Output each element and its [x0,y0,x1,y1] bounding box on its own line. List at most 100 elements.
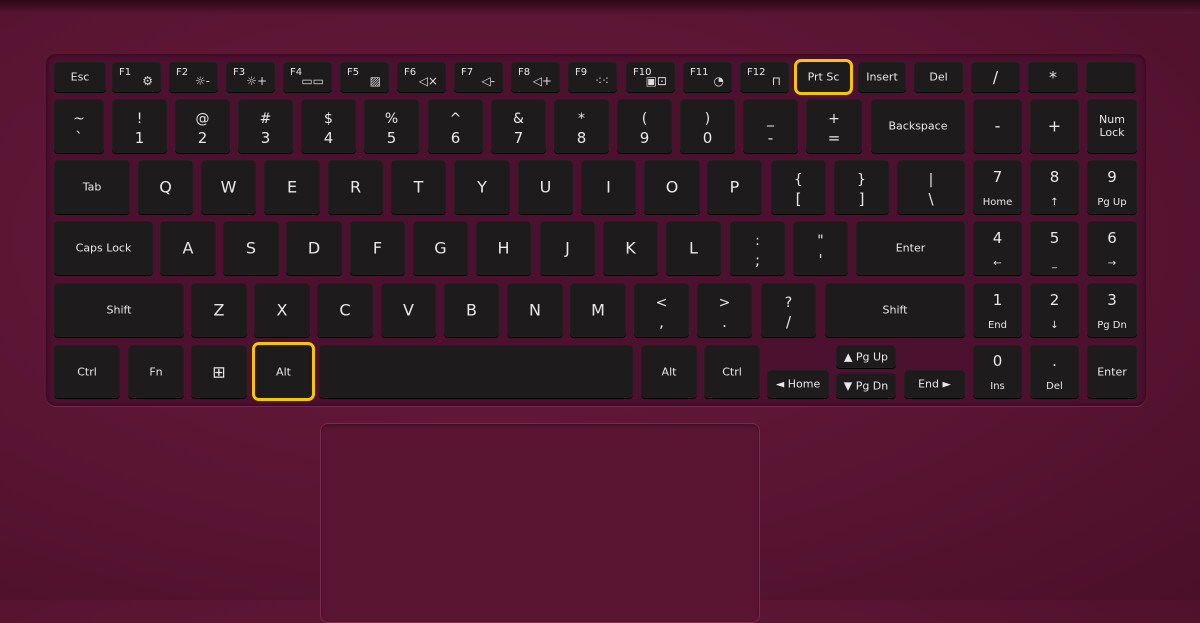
key-windows-icon[interactable]: ⊞ [191,345,247,398]
key-q[interactable]: Q [138,160,193,214]
key-s[interactable]: S [223,221,279,275]
key-g[interactable]: G [413,221,468,275]
key-insert[interactable]: Insert [858,62,906,92]
key-f12[interactable]: F12 ⊓ [740,62,789,92]
key-n[interactable]: N [507,283,563,337]
key-f4[interactable]: F4 ▭▭ [283,62,332,92]
key-enter[interactable]: Enter [856,221,965,275]
key-e[interactable]: E [264,160,320,214]
key-0[interactable]: ) 0 [680,99,735,153]
key-tab[interactable]: Tab [54,160,130,214]
key-i[interactable]: I [581,160,636,214]
key-8[interactable]: * 8 [554,99,609,153]
key-blank[interactable] [1086,62,1136,92]
key-pg-up[interactable]: ▲ Pg Up [836,345,896,368]
key-0[interactable]: 0 Ins [973,345,1022,398]
key-y[interactable]: Y [454,160,510,214]
key-f2[interactable]: F2 ☼- [169,62,218,92]
key-u[interactable]: U [518,160,573,214]
key-x[interactable]: X [254,283,310,337]
key-f5[interactable]: F5 ▨ [340,62,389,92]
key-b[interactable]: B [444,283,499,337]
key-symbol[interactable]: . Del [1030,345,1079,398]
key-7[interactable]: & 7 [491,99,546,153]
key-5[interactable]: % 5 [364,99,419,153]
key-num-lock[interactable]: Num Lock [1087,99,1137,153]
key-z[interactable]: Z [191,283,247,337]
key-p[interactable]: P [707,160,762,214]
key-5[interactable]: 5 _ [1030,221,1079,275]
key-home[interactable]: ◄ Home [767,370,829,398]
key-f10[interactable]: F10 ▣⊡ [626,62,675,92]
key-a[interactable]: A [160,221,216,275]
key-symbol[interactable]: + [1030,99,1079,153]
key-f3[interactable]: F3 ☼+ [226,62,275,92]
key-enter[interactable]: Enter [1087,345,1137,398]
key-f7[interactable]: F7 ◁- [454,62,503,92]
key-r[interactable]: R [328,160,383,214]
key-symbol[interactable]: {[ [771,160,826,214]
key-o[interactable]: O [644,160,700,214]
key-symbol[interactable]: * [1028,62,1078,92]
key-alt-highlighted[interactable]: Alt [252,342,315,401]
key-ctrl[interactable]: Ctrl [54,345,120,398]
key-del[interactable]: Del [914,62,963,92]
key-f11[interactable]: F11 ◔ [683,62,732,92]
key-alt[interactable]: Alt [641,345,697,398]
key-symbol[interactable]: / [971,62,1020,92]
key-j[interactable]: J [540,221,595,275]
key-symbol[interactable]: <, [634,283,689,337]
key-prt-sc-highlighted[interactable]: Prt Sc [794,59,853,95]
key-h[interactable]: H [476,221,531,275]
trackpad[interactable] [320,423,760,623]
key-f8[interactable]: F8 ◁+ [511,62,560,92]
key-6[interactable]: 6 → [1087,221,1137,275]
key-symbol[interactable]: + = [806,99,862,153]
key-shift[interactable]: Shift [825,283,965,337]
key-7[interactable]: 7 Home [973,160,1022,214]
key-k[interactable]: K [603,221,658,275]
key-caps-lock[interactable]: Caps Lock [54,221,153,275]
key-c[interactable]: C [317,283,373,337]
key-end[interactable]: End ► [904,370,965,398]
volume-up-icon: ◁+ [532,74,552,88]
key-shift[interactable]: Shift [54,283,184,337]
key-3[interactable]: 3 Pg Dn [1087,283,1137,337]
key-v[interactable]: V [381,283,436,337]
key-6[interactable]: ^ 6 [428,99,483,153]
key-2[interactable]: 2 ↓ [1030,283,1079,337]
key-2[interactable]: @2 [175,99,230,153]
key-8[interactable]: 8 ↑ [1030,160,1079,214]
key-symbol[interactable]: }] [834,160,889,214]
key-t[interactable]: T [391,160,446,214]
key-4[interactable]: $4 [301,99,356,153]
key-1[interactable]: 1 End [973,283,1022,337]
key-l[interactable]: L [666,221,721,275]
key-symbol[interactable]: ~ ` [54,99,104,153]
key-3[interactable]: #3 [238,99,293,153]
key-9[interactable]: 9 Pg Up [1087,160,1137,214]
key-9[interactable]: (9 [617,99,672,153]
key-symbol[interactable]: | \ [897,160,965,214]
key-backspace[interactable]: Backspace [871,99,965,153]
key-f6[interactable]: F6 ◁× [397,62,446,92]
key-4[interactable]: 4 ← [973,221,1022,275]
key-d[interactable]: D [286,221,342,275]
key-symbol[interactable]: >. [697,283,752,337]
key-f9[interactable]: F9 ⁖⁖ [568,62,617,92]
key-symbol[interactable]: - [973,99,1022,153]
key-symbol[interactable]: :; [730,221,785,275]
key-esc[interactable]: Esc [54,62,106,92]
key-pg-dn[interactable]: ▼ Pg Dn [836,373,896,398]
key-fn[interactable]: Fn [128,345,184,398]
key-symbol[interactable]: " ' [793,221,848,275]
key-f1[interactable]: F1 ⚙ [112,62,161,92]
key-1[interactable]: ! 1 [112,99,167,153]
key-ctrl[interactable]: Ctrl [704,345,760,398]
key-symbol[interactable]: ? / [761,283,816,337]
key-m[interactable]: M [570,283,626,337]
key-f[interactable]: F [350,221,405,275]
key-symbol[interactable]: _ - [743,99,798,153]
key-w[interactable]: W [201,160,256,214]
spacebar[interactable] [319,345,633,398]
